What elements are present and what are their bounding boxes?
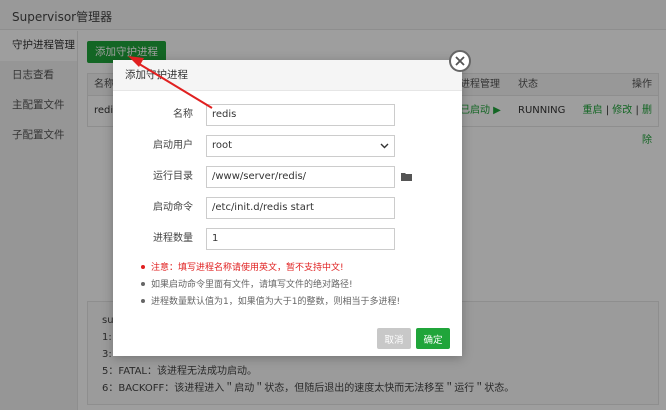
annotation-arrow: [128, 56, 213, 109]
